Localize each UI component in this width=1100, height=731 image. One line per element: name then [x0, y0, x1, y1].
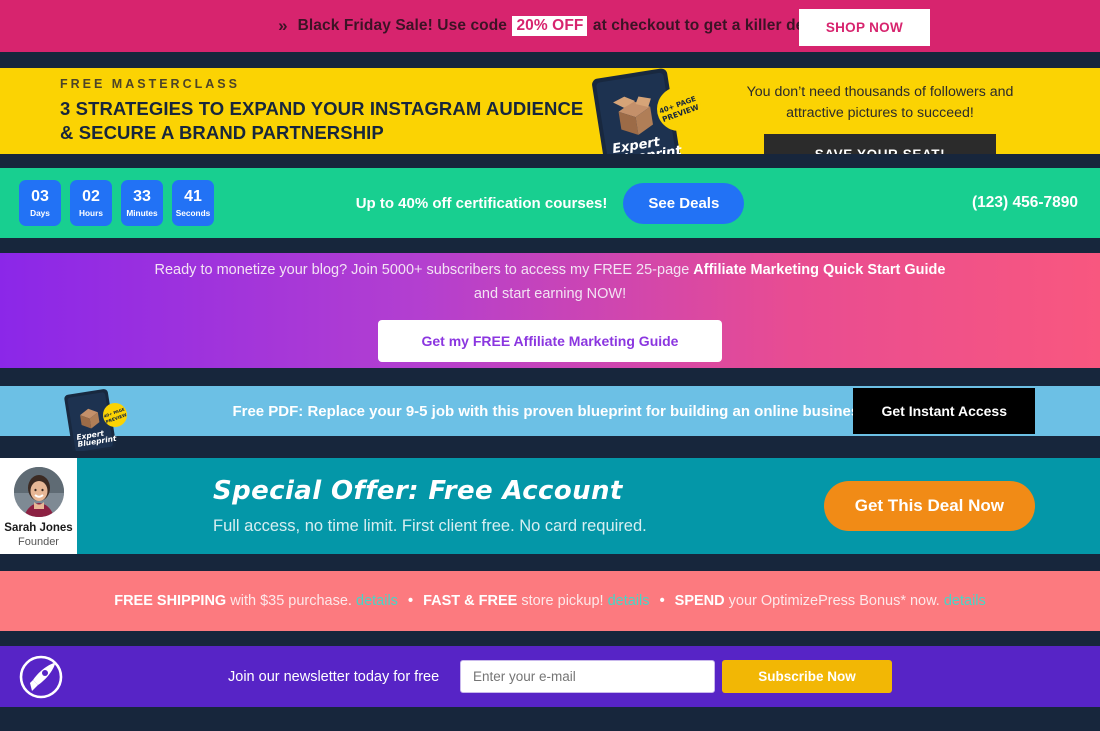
shipping-bar: FREE SHIPPING with $35 purchase. details…	[0, 571, 1100, 631]
black-friday-text: Black Friday Sale! Use code 20% OFF at c…	[298, 16, 822, 36]
masterclass-subtitle-line1: You don’t need thousands of followers an…	[746, 84, 1014, 100]
masterclass-headline-block: FREE MASTERCLASS 3 STRATEGIES TO EXPAND …	[0, 77, 583, 144]
countdown-phone-number[interactable]: (123) 456-7890	[972, 194, 1078, 212]
fast-free-label: FAST & FREE	[423, 593, 518, 609]
divider-5	[0, 436, 1100, 458]
free-shipping-label: FREE SHIPPING	[114, 593, 227, 609]
masterclass-subtitle-line2: attractive pictures to succeed!	[786, 104, 974, 121]
special-offer-texts: Special Offer: Free Account Full access,…	[213, 476, 647, 536]
affiliate-text-before: Ready to monetize your blog? Join 5000+ …	[154, 262, 690, 279]
masterclass-title-line2: & SECURE A BRAND PARTNERSHIP	[60, 122, 384, 143]
masterclass-book-image: Expert Blueprint 40+ PAGE PREVIEW	[588, 68, 706, 154]
masterclass-bar: FREE MASTERCLASS 3 STRATEGIES TO EXPAND …	[0, 68, 1100, 154]
shipping-separator-2: •	[659, 593, 665, 609]
see-deals-button[interactable]: See Deals	[623, 182, 745, 224]
black-friday-text-after: at checkout to get a killer deal.	[592, 17, 822, 34]
special-offer-title: Special Offer: Free Account	[213, 476, 623, 506]
fast-free-details-link[interactable]: details	[608, 593, 650, 609]
divider-6	[0, 554, 1100, 571]
email-field[interactable]	[460, 660, 715, 693]
special-offer-content: Special Offer: Free Account Full access,…	[77, 458, 1100, 554]
black-friday-bar: » Black Friday Sale! Use code 20% OFF at…	[0, 0, 1100, 52]
fast-free-text: store pickup!	[521, 593, 604, 609]
black-friday-message: » Black Friday Sale! Use code 20% OFF at…	[278, 16, 822, 36]
free-shipping-details-link[interactable]: details	[356, 593, 398, 609]
author-card: Sarah Jones Founder	[0, 458, 77, 554]
get-instant-access-button[interactable]: Get Instant Access	[853, 388, 1035, 434]
shop-now-button[interactable]: SHOP NOW	[798, 9, 930, 46]
special-offer-bar: Sarah Jones Founder Special Offer: Free …	[0, 458, 1100, 554]
spend-text: your OptimizePress Bonus* now.	[728, 593, 940, 609]
save-your-seat-button[interactable]: SAVE YOUR SEAT!	[764, 134, 996, 154]
masterclass-title-line1: 3 STRATEGIES TO EXPAND YOUR INSTAGRAM AU…	[60, 98, 584, 120]
double-chevron-right-icon: »	[278, 16, 288, 35]
affiliate-text-bold: Affiliate Marketing Quick Start Guide	[693, 262, 946, 279]
free-shipping-text: with $35 purchase.	[230, 593, 352, 609]
free-pdf-bar: Expert Blueprint 40+ PAGE PREVIEW Free P…	[0, 386, 1100, 455]
countdown-bar: 03 Days 02 Hours 33 Minutes 41 Seconds U…	[0, 168, 1100, 238]
countdown-offer-text: Up to 40% off certification courses!	[355, 194, 608, 212]
affiliate-text-after: and start earning NOW!	[473, 285, 627, 302]
free-pdf-book-image: Expert Blueprint 40+ PAGE PREVIEW	[62, 389, 132, 455]
masterclass-subtitle: You don’t need thousands of followers an…	[730, 82, 1030, 123]
shipping-separator-1: •	[407, 593, 414, 609]
divider-3	[0, 238, 1100, 253]
masterclass-kicker: FREE MASTERCLASS	[60, 77, 240, 92]
black-friday-text-before: Black Friday Sale! Use code	[297, 17, 508, 34]
divider-7	[0, 631, 1100, 646]
rocket-icon	[18, 654, 64, 700]
promo-code-badge: 20% OFF	[512, 16, 588, 36]
divider-4	[0, 368, 1100, 386]
promo-bars-page: » Black Friday Sale! Use code 20% OFF at…	[0, 0, 1100, 731]
author-role: Founder	[18, 535, 59, 548]
subscribe-now-button[interactable]: Subscribe Now	[722, 660, 892, 693]
get-affiliate-guide-button[interactable]: Get my FREE Affiliate Marketing Guide	[378, 319, 722, 362]
countdown-offer-block: Up to 40% off certification courses! See…	[0, 182, 1100, 224]
get-this-deal-now-button[interactable]: Get This Deal Now	[823, 481, 1035, 531]
newsletter-bar: Join our newsletter today for free Subsc…	[0, 646, 1100, 707]
masterclass-title: 3 STRATEGIES TO EXPAND YOUR INSTAGRAM AU…	[60, 97, 583, 144]
special-offer-subtitle: Full access, no time limit. First client…	[213, 517, 647, 535]
avatar	[13, 466, 64, 517]
spend-details-link[interactable]: details	[944, 593, 986, 609]
author-name: Sarah Jones	[4, 521, 73, 534]
newsletter-text: Join our newsletter today for free	[228, 668, 440, 685]
affiliate-message: Ready to monetize your blog? Join 5000+ …	[150, 259, 950, 305]
divider-2	[0, 154, 1100, 168]
divider-1	[0, 52, 1100, 68]
shipping-message: FREE SHIPPING with $35 purchase. details…	[114, 593, 986, 609]
masterclass-cta-block: You don’t need thousands of followers an…	[730, 82, 1030, 154]
affiliate-bar: Ready to monetize your blog? Join 5000+ …	[0, 253, 1100, 368]
spend-label: SPEND	[674, 593, 725, 609]
